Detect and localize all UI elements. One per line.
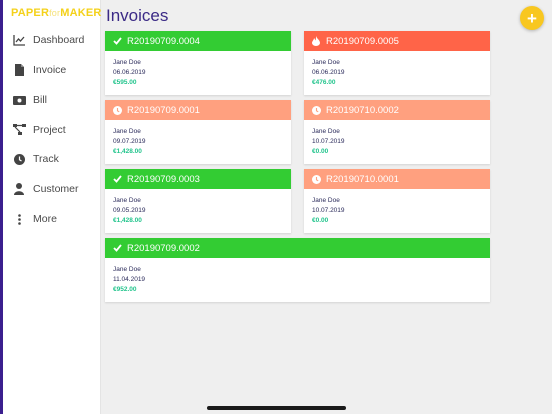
sidebar-item-label: Customer (33, 183, 79, 195)
invoice-amount: €595.00 (113, 79, 137, 86)
invoice-card[interactable]: R20190709.0003 Jane Doe 09.05.2019 €1,42… (105, 169, 291, 233)
sidebar-item-label: Dashboard (33, 34, 85, 46)
invoice-customer: Jane Doe (113, 197, 141, 204)
invoice-number: R20190709.0005 (326, 35, 399, 47)
sidebar-item-label: Invoice (33, 64, 67, 76)
fire-icon (312, 36, 322, 46)
invoice-card[interactable]: R20190709.0001 Jane Doe 09.07.2019 €1,42… (105, 100, 291, 164)
more-vertical-icon (11, 211, 27, 227)
invoice-number: R20190710.0001 (326, 173, 399, 185)
invoice-amount: €0.00 (312, 217, 329, 224)
sidebar-item-invoice[interactable]: Invoice (3, 59, 101, 81)
user-icon (11, 181, 27, 197)
logo-text-maker: MAKER (60, 7, 102, 19)
check-icon (113, 174, 123, 184)
add-invoice-button[interactable]: + (520, 6, 544, 30)
invoice-date: 09.05.2019 (113, 207, 146, 214)
invoice-date: 09.07.2019 (113, 138, 146, 145)
invoice-card-header: R20190709.0004 (105, 31, 291, 51)
hierarchy-icon (11, 122, 27, 138)
invoice-number: R20190709.0002 (127, 242, 200, 254)
sidebar-item-track[interactable]: Track (3, 148, 101, 170)
logo-text-for: for (49, 8, 61, 18)
invoice-date: 10.07.2019 (312, 207, 345, 214)
invoice-amount: €476.00 (312, 79, 336, 86)
invoice-date: 11.04.2019 (113, 276, 146, 283)
invoice-number: R20190709.0003 (127, 173, 200, 185)
sidebar: PAPERforMAKER Dashboard Invoice Bill Pro… (3, 0, 101, 414)
home-indicator[interactable] (207, 406, 346, 410)
invoice-card[interactable]: R20190710.0001 Jane Doe 10.07.2019 €0.00 (304, 169, 490, 233)
invoice-number: R20190710.0002 (326, 104, 399, 116)
sidebar-item-dashboard[interactable]: Dashboard (3, 29, 101, 51)
invoice-amount: €1,428.00 (113, 148, 142, 155)
invoice-customer: Jane Doe (113, 128, 141, 135)
clock-icon (312, 174, 322, 184)
invoice-date: 06.06.2019 (312, 69, 345, 76)
sidebar-item-label: More (33, 213, 57, 225)
check-icon (113, 243, 123, 253)
sidebar-item-project[interactable]: Project (3, 119, 101, 141)
invoice-amount: €0.00 (312, 148, 329, 155)
invoice-number: R20190709.0001 (127, 104, 200, 116)
invoice-amount: €1,428.00 (113, 217, 142, 224)
clock-icon (113, 105, 123, 115)
invoice-card[interactable]: R20190709.0005 Jane Doe 06.06.2019 €476.… (304, 31, 490, 95)
invoice-card-header: R20190710.0001 (304, 169, 490, 189)
invoice-date: 06.06.2019 (113, 69, 146, 76)
invoice-customer: Jane Doe (113, 266, 141, 273)
check-icon (113, 36, 123, 46)
invoice-customer: Jane Doe (312, 59, 340, 66)
logo-text-paper: PAPER (11, 7, 50, 19)
sidebar-item-customer[interactable]: Customer (3, 178, 101, 200)
invoice-number: R20190709.0004 (127, 35, 200, 47)
invoice-card-header: R20190709.0003 (105, 169, 291, 189)
invoice-customer: Jane Doe (113, 59, 141, 66)
sidebar-item-label: Project (33, 124, 66, 136)
document-icon (11, 62, 27, 78)
invoice-card-header: R20190710.0002 (304, 100, 490, 120)
clock-icon (312, 105, 322, 115)
money-icon (11, 92, 27, 108)
invoice-card-header: R20190709.0002 (105, 238, 490, 258)
page-title: Invoices (106, 6, 169, 25)
chart-line-icon (11, 32, 27, 48)
invoice-card[interactable]: R20190709.0004 Jane Doe 06.06.2019 €595.… (105, 31, 291, 95)
plus-icon: + (527, 8, 537, 28)
invoice-card[interactable]: R20190710.0002 Jane Doe 10.07.2019 €0.00 (304, 100, 490, 164)
sidebar-item-label: Bill (33, 94, 48, 106)
sidebar-item-label: Track (33, 153, 59, 165)
invoice-card-header: R20190709.0001 (105, 100, 291, 120)
invoice-customer: Jane Doe (312, 197, 340, 204)
invoice-amount: €952.00 (113, 286, 137, 293)
invoice-customer: Jane Doe (312, 128, 340, 135)
sidebar-item-more[interactable]: More (3, 208, 101, 230)
sidebar-item-bill[interactable]: Bill (3, 89, 101, 111)
invoice-date: 10.07.2019 (312, 138, 345, 145)
invoice-card[interactable]: R20190709.0002 Jane Doe 11.04.2019 €952.… (105, 238, 490, 302)
app-logo: PAPERforMAKER (11, 7, 102, 19)
clock-icon (11, 151, 27, 167)
invoice-card-header: R20190709.0005 (304, 31, 490, 51)
